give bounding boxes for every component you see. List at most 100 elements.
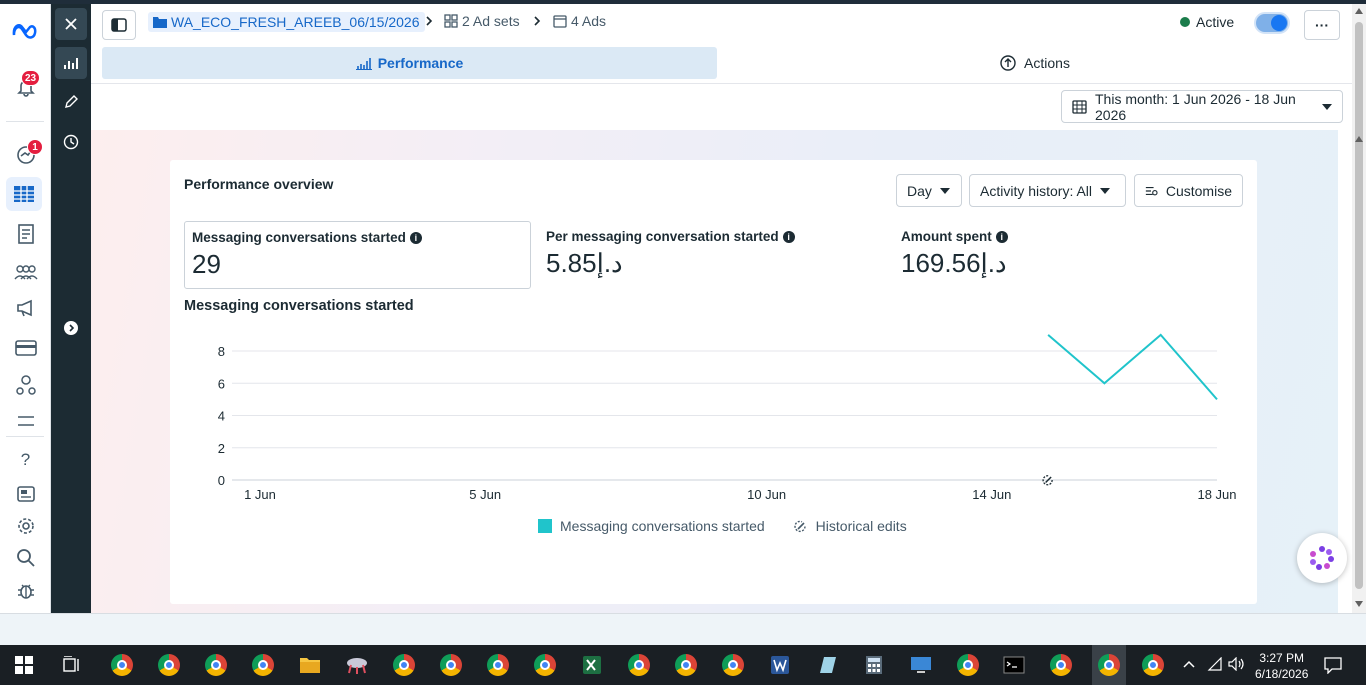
chrome-icon[interactable] (954, 651, 982, 679)
notifications-bell-icon[interactable]: 23 (0, 70, 51, 104)
breadcrumb-ads[interactable]: 4 Ads (553, 13, 606, 29)
chrome-icon-active[interactable] (1092, 645, 1126, 685)
folder-icon (153, 17, 167, 28)
remote-desktop-icon[interactable] (907, 651, 935, 679)
info-icon[interactable]: i (782, 230, 795, 243)
activity-history-dropdown[interactable]: Activity history: All (969, 174, 1126, 207)
chrome-icon[interactable] (719, 651, 747, 679)
app-icon[interactable] (343, 651, 371, 679)
show-hidden-icons-chevron-icon[interactable] (1183, 660, 1195, 668)
tab-performance-label: Performance (377, 55, 464, 71)
chrome-icon[interactable] (484, 651, 512, 679)
notifications-center-icon[interactable] (1324, 656, 1342, 674)
performance-chart-icon[interactable] (55, 47, 87, 79)
granularity-dropdown[interactable]: Day (896, 174, 962, 207)
date-range-picker[interactable]: This month: 1 Jun 2026 - 18 Jun 2026 (1061, 90, 1343, 123)
metric-cost-per-conversation[interactable]: Per messaging conversation started i 5.85… (539, 221, 886, 289)
calendar-icon (1072, 100, 1087, 114)
file-explorer-icon[interactable] (296, 651, 324, 679)
ad-sets-label: 2 Ad sets (462, 13, 520, 29)
customise-label: Customise (1165, 182, 1232, 199)
system-clock[interactable]: 3:27 PM 6/18/2026 (1255, 650, 1308, 682)
chrome-icon[interactable] (202, 651, 230, 679)
more-options-button[interactable]: ··· (1304, 10, 1340, 40)
wifi-icon[interactable] (1207, 657, 1223, 671)
breadcrumb-campaign[interactable]: WA_ECO_FRESH_AREEB_06/15/2026 (148, 12, 425, 32)
chart-legend: Messaging conversations started Historic… (538, 518, 907, 534)
chrome-icon[interactable] (249, 651, 277, 679)
legend-swatch (538, 519, 552, 533)
assistant-button[interactable] (1297, 533, 1347, 583)
all-tools-menu-icon[interactable] (0, 404, 51, 438)
search-icon[interactable] (0, 541, 51, 575)
chrome-icon[interactable] (1139, 651, 1167, 679)
account-overview-icon[interactable]: 1 (0, 137, 51, 171)
page-scrollbar[interactable] (1352, 4, 1366, 613)
report-bug-icon[interactable] (0, 573, 51, 607)
y-tick-label: 4 (218, 409, 225, 424)
breadcrumb-ad-sets[interactable]: 2 Ad sets (444, 13, 520, 29)
settings-gear-icon[interactable] (0, 509, 51, 543)
chrome-icon[interactable] (390, 651, 418, 679)
tabs-divider (91, 83, 1352, 84)
business-assets-icon[interactable] (0, 368, 51, 402)
scroll-up-arrow-icon[interactable] (1355, 136, 1363, 142)
assistant-flower-icon (1310, 546, 1334, 570)
y-tick-label: 8 (218, 344, 225, 359)
chrome-icon[interactable] (155, 651, 183, 679)
notes-app-icon[interactable] (813, 651, 841, 679)
tab-actions-label: Actions (1024, 55, 1070, 71)
word-icon[interactable] (766, 651, 794, 679)
task-view-icon[interactable] (58, 651, 86, 679)
close-icon[interactable] (55, 8, 87, 40)
tab-actions[interactable]: Actions (720, 47, 1350, 79)
billing-card-icon[interactable] (0, 331, 51, 365)
help-question-icon[interactable]: ? (0, 443, 51, 477)
caret-down-icon (939, 187, 950, 194)
metric-messaging-conversations[interactable]: Messaging conversations started i 29 (184, 221, 531, 289)
expand-chevron-icon[interactable] (55, 312, 87, 344)
scroll-up-arrow-icon[interactable] (1355, 8, 1363, 14)
chrome-icon[interactable] (625, 651, 653, 679)
scrollbar-thumb[interactable] (1355, 149, 1363, 589)
chrome-icon[interactable] (1047, 651, 1075, 679)
info-icon[interactable]: i (995, 230, 1008, 243)
windows-start-icon[interactable] (10, 651, 38, 679)
tab-performance[interactable]: Performance (102, 47, 717, 79)
metric-amount-spent[interactable]: Amount spent i 169.56د.إ (894, 221, 1241, 289)
terminal-icon[interactable] (1000, 651, 1028, 679)
history-clock-icon[interactable] (55, 126, 87, 158)
chrome-icon[interactable] (108, 651, 136, 679)
legend-item-series[interactable]: Messaging conversations started (538, 518, 765, 534)
grid-icon (444, 14, 458, 28)
notifications-badge: 23 (21, 70, 41, 86)
chrome-icon[interactable] (531, 651, 559, 679)
excel-icon[interactable] (578, 651, 606, 679)
customise-button[interactable]: Customise (1134, 174, 1243, 207)
campaign-active-toggle[interactable] (1254, 12, 1290, 34)
legend-item-historical-edits[interactable]: Historical edits (793, 518, 907, 534)
nav-divider (6, 436, 44, 437)
ad-reporting-icon[interactable] (0, 217, 51, 251)
advertising-settings-megaphone-icon[interactable] (0, 291, 51, 325)
y-tick-label: 0 (218, 473, 225, 488)
edit-pencil-icon[interactable] (55, 86, 87, 118)
news-icon[interactable] (0, 477, 51, 511)
toggle-sidebar-button[interactable] (102, 10, 136, 40)
calculator-icon[interactable] (860, 651, 888, 679)
info-icon[interactable]: i (409, 231, 422, 244)
chevron-right-icon (426, 16, 433, 26)
audiences-icon[interactable] (0, 255, 51, 289)
volume-icon[interactable] (1228, 657, 1246, 671)
chevron-right-icon (534, 16, 541, 26)
windows-taskbar: 3:27 PM 6/18/2026 (0, 645, 1366, 685)
status-label: Active (1196, 14, 1235, 30)
chrome-icon[interactable] (437, 651, 465, 679)
chrome-icon[interactable] (672, 651, 700, 679)
bar-chart-icon (355, 57, 372, 70)
scroll-down-arrow-icon[interactable] (1355, 601, 1363, 607)
page-footer-strip (0, 613, 1366, 645)
meta-logo-icon[interactable] (0, 14, 51, 48)
legend-label: Messaging conversations started (560, 518, 765, 534)
campaigns-table-icon[interactable] (6, 177, 42, 211)
